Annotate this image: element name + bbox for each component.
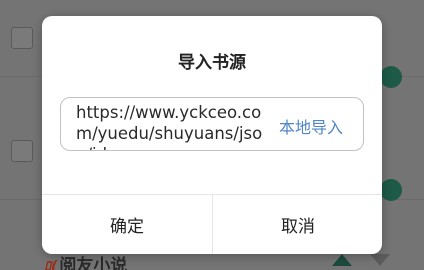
dialog-title: 导入书源 bbox=[178, 53, 246, 73]
toggle-switch[interactable] bbox=[380, 66, 402, 88]
local-import-button[interactable]: 本地导入 bbox=[279, 114, 343, 138]
confirm-button[interactable]: 确定 bbox=[42, 195, 212, 254]
source-logo-icon: ﾛ( bbox=[44, 259, 58, 270]
checkbox[interactable] bbox=[11, 27, 33, 49]
toggle-switch[interactable] bbox=[380, 179, 402, 201]
url-input[interactable]: https://www.yckceo.com/yuedu/shuyuans/js… bbox=[60, 97, 364, 151]
url-input-value[interactable]: https://www.yckceo.com/yuedu/shuyuans/js… bbox=[76, 102, 276, 150]
move-down-icon[interactable] bbox=[370, 254, 390, 266]
cancel-button[interactable]: 取消 bbox=[213, 195, 382, 254]
move-up-icon[interactable] bbox=[332, 254, 352, 266]
import-source-dialog: 导入书源 https://www.yckceo.com/yuedu/shuyua… bbox=[42, 16, 382, 254]
checkbox[interactable] bbox=[11, 140, 33, 162]
